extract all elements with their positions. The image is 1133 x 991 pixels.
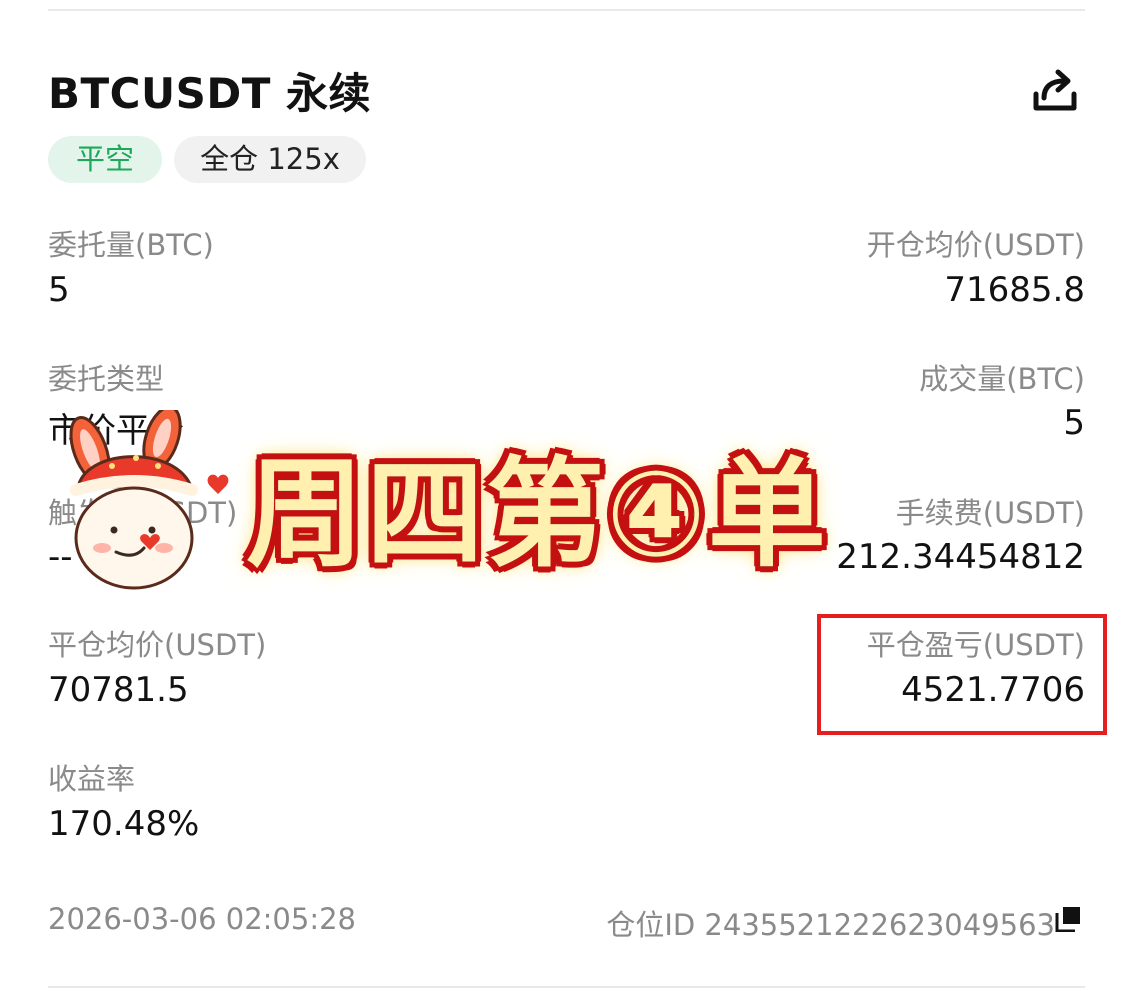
copy-icon[interactable] <box>1055 906 1081 932</box>
bottom-divider <box>48 986 1085 988</box>
open-avg-price-label: 开仓均价(USDT) <box>866 228 1085 262</box>
close-avg-price-label: 平仓均价(USDT) <box>48 628 267 662</box>
contract-title: BTCUSDT 永续 <box>48 69 371 118</box>
close-avg-price-value: 70781.5 <box>48 670 189 710</box>
roi-label: 收益率 <box>48 762 136 796</box>
bunny-sticker <box>69 410 229 590</box>
order-qty-value: 5 <box>48 270 70 310</box>
fee-label: 手续费(USDT) <box>895 496 1085 530</box>
order-qty-label: 委托量(BTC) <box>48 228 214 262</box>
open-avg-price-value: 71685.8 <box>944 270 1085 310</box>
filled-qty-value: 5 <box>1063 403 1085 443</box>
promo-banner: 周四第④单 <box>246 418 828 583</box>
order-type-label: 委托类型 <box>48 362 165 396</box>
side-tag: 平空 <box>48 136 162 183</box>
margin-mode-tag: 全仓 125x <box>174 136 366 183</box>
share-icon[interactable] <box>1030 68 1080 114</box>
roi-value: 170.48% <box>48 804 200 844</box>
position-id: 仓位ID 2435521222623049563 <box>606 908 1055 942</box>
order-datetime: 2026-03-06 02:05:28 <box>48 902 356 936</box>
pnl-highlight-box <box>817 614 1107 735</box>
filled-qty-label: 成交量(BTC) <box>919 362 1085 396</box>
fee-value: 212.34454812 <box>836 537 1085 577</box>
promo-banner-text: 周四第④单 <box>246 445 828 583</box>
top-divider <box>48 9 1085 11</box>
